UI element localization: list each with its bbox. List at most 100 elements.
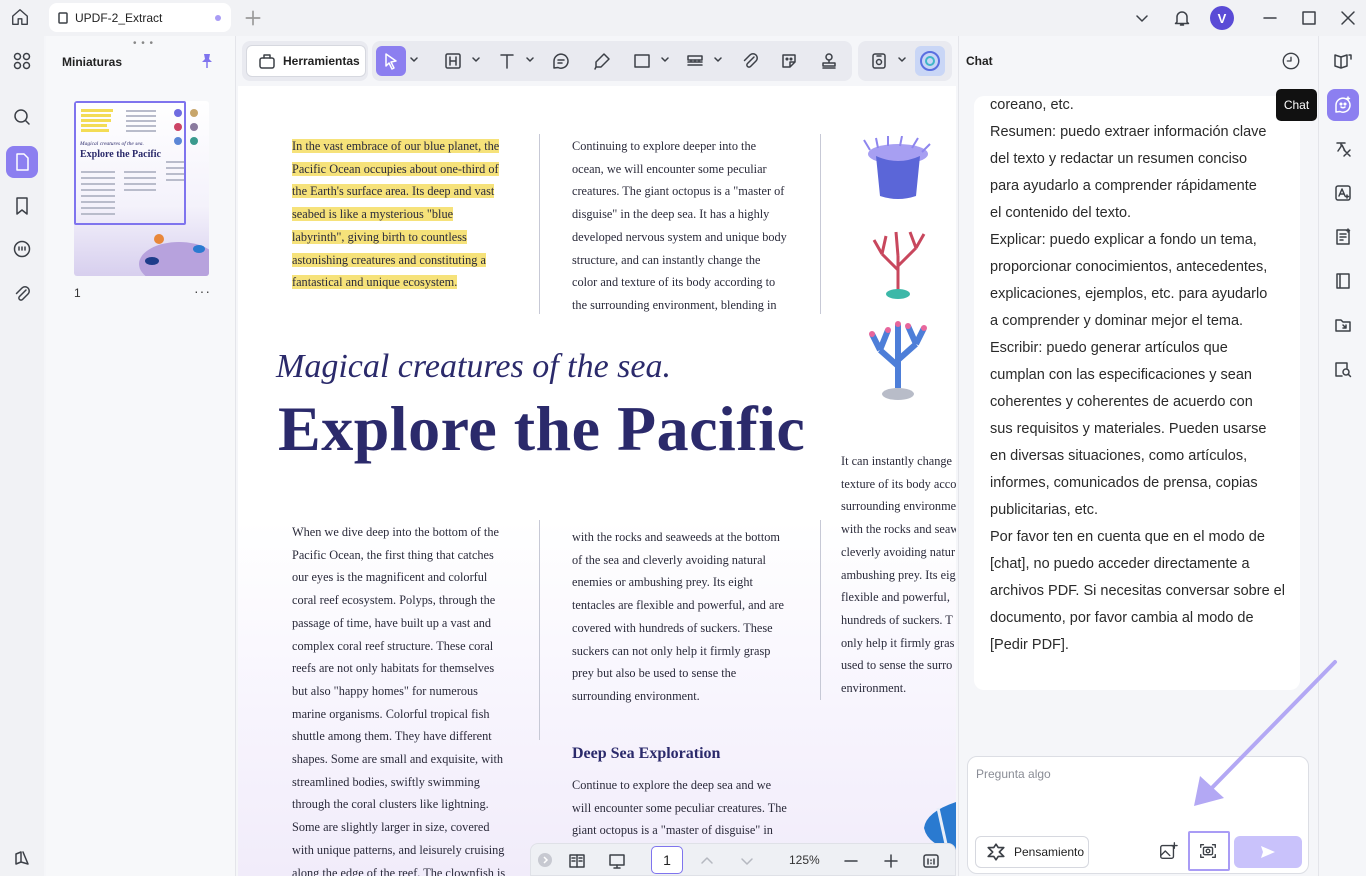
left-rail xyxy=(0,36,44,876)
signature-icon[interactable] xyxy=(814,46,844,76)
presentation-icon[interactable] xyxy=(607,851,627,871)
text-icon[interactable] xyxy=(492,46,522,76)
chevron-down-icon[interactable] xyxy=(1130,6,1154,30)
thinking-icon xyxy=(987,843,1005,861)
zoom-out-icon[interactable] xyxy=(841,851,861,871)
avatar[interactable]: V xyxy=(1210,6,1234,30)
previous-page-icon[interactable] xyxy=(697,851,717,871)
avatar-letter: V xyxy=(1210,6,1234,30)
page-thumbnail[interactable]: Magical creatures of the sea. Explore th… xyxy=(74,101,209,276)
ocr-icon[interactable] xyxy=(1327,177,1359,209)
ai-icon[interactable] xyxy=(915,46,945,76)
close-icon[interactable] xyxy=(1336,6,1360,30)
explore-pacific-title: Explore the Pacific xyxy=(278,393,806,464)
thumbnails-title: Miniaturas xyxy=(62,55,123,69)
drag-handle[interactable]: • • • xyxy=(133,38,154,49)
assistant-message-text: coreano, etc. Resumen: puedo extraer inf… xyxy=(990,97,1285,653)
add-image-icon[interactable] xyxy=(1158,841,1180,863)
home-icon[interactable] xyxy=(10,7,32,29)
thumbnails-panel: • • • Miniaturas Magical creatures of th… xyxy=(46,36,236,876)
maximize-icon[interactable] xyxy=(1297,6,1321,30)
bookmark-icon[interactable] xyxy=(6,190,38,222)
next-page-icon[interactable] xyxy=(737,851,757,871)
red-coral-image xyxy=(872,231,926,299)
bell-icon[interactable] xyxy=(1170,6,1194,30)
reader-icon[interactable] xyxy=(1327,45,1359,77)
search-document-icon[interactable] xyxy=(1327,353,1359,385)
layers-icon[interactable] xyxy=(6,842,38,874)
more-options-icon[interactable]: ··· xyxy=(194,283,211,299)
unsaved-dot xyxy=(215,15,221,21)
highlighter-icon[interactable] xyxy=(587,46,617,76)
tool-bar: Herramientas xyxy=(238,36,956,86)
send-icon xyxy=(1261,846,1275,858)
blue-coral-image xyxy=(869,321,927,400)
column-divider xyxy=(820,520,821,700)
chevron-down-icon[interactable] xyxy=(898,56,906,64)
chevron-down-icon[interactable] xyxy=(472,56,480,64)
toolbox-icon xyxy=(259,54,275,69)
assistant-message: coreano, etc. Resumen: puedo extraer inf… xyxy=(974,96,1300,690)
chat-panel: Chat coreano, etc. Resumen: puedo extrae… xyxy=(958,36,1316,876)
document-viewer[interactable]: In the vast embrace of our blue planet, … xyxy=(238,86,956,876)
comment-icon[interactable] xyxy=(546,46,576,76)
zoom-in-icon[interactable] xyxy=(881,851,901,871)
chat-input-placeholder[interactable]: Pregunta algo xyxy=(976,767,1051,781)
title-bar: UPDF-2_Extract V xyxy=(0,0,1366,36)
thinking-label: Pensamiento xyxy=(1014,845,1085,859)
chat-input-box[interactable]: Pregunta algo Pensamiento xyxy=(967,756,1309,874)
minimize-icon[interactable] xyxy=(1258,6,1282,30)
magical-creatures-title: Magical creatures of the sea. xyxy=(276,348,672,385)
select-icon[interactable] xyxy=(376,46,406,76)
section-title: Deep Sea Exploration xyxy=(572,745,721,762)
page-navigation-bar: 1 125% xyxy=(530,843,956,876)
pin-icon[interactable] xyxy=(198,52,216,70)
chevron-down-icon[interactable] xyxy=(714,56,722,64)
screenshot-icon[interactable] xyxy=(864,46,894,76)
sea-anemone-image xyxy=(863,136,931,199)
paperclip-icon[interactable] xyxy=(735,46,765,76)
chevron-down-icon[interactable] xyxy=(661,56,669,64)
text-box-icon[interactable] xyxy=(438,46,468,76)
thumbnail-selection xyxy=(74,101,186,225)
column-1-top: In the vast embrace of our blue planet, … xyxy=(292,139,500,290)
column-divider xyxy=(539,520,540,740)
tools-label: Herramientas xyxy=(283,54,360,68)
new-tab-icon[interactable] xyxy=(243,8,261,26)
translate-icon[interactable] xyxy=(1327,133,1359,165)
thinking-toggle-button[interactable]: Pensamiento xyxy=(975,836,1089,868)
screenshot-highlight-box xyxy=(1188,831,1230,871)
page-number-input[interactable]: 1 xyxy=(651,846,683,874)
tools-button[interactable]: Herramientas xyxy=(246,45,366,77)
thumbnails-icon[interactable] xyxy=(6,146,38,178)
column-2-bottom: with the rocks and seaweeds at the botto… xyxy=(572,530,785,703)
summarize-icon[interactable] xyxy=(1327,221,1359,253)
apps-icon[interactable] xyxy=(6,45,38,77)
column-2-top: Continuing to explore deeper into the oc… xyxy=(572,139,787,312)
actual-size-icon[interactable] xyxy=(921,851,941,871)
section-text: Continue to explore the deep sea and we … xyxy=(572,778,787,838)
export-icon[interactable] xyxy=(1327,309,1359,341)
rectangle-icon[interactable] xyxy=(627,46,657,76)
comments-icon[interactable] xyxy=(6,233,38,265)
chevron-down-icon[interactable] xyxy=(410,56,418,64)
collapse-icon[interactable] xyxy=(537,852,557,872)
chevron-down-icon[interactable] xyxy=(526,56,534,64)
column-1-bottom: When we dive deep into the bottom of the… xyxy=(292,525,506,876)
attachment-icon[interactable] xyxy=(6,278,38,310)
sticker-icon[interactable] xyxy=(774,46,804,76)
column-divider xyxy=(539,134,540,314)
book-icon[interactable] xyxy=(1327,265,1359,297)
document-tab-label: UPDF-2_Extract xyxy=(75,10,163,25)
search-icon[interactable] xyxy=(6,101,38,133)
send-button[interactable] xyxy=(1234,836,1302,868)
ai-chat-icon[interactable] xyxy=(1327,89,1359,121)
thumbnail-page-number: 1 xyxy=(74,286,81,300)
column-divider xyxy=(820,134,821,314)
zoom-level[interactable]: 125% xyxy=(789,853,820,867)
stamp-bar-icon[interactable] xyxy=(680,46,710,76)
right-rail xyxy=(1318,36,1366,876)
page-view-icon[interactable] xyxy=(567,851,587,871)
document-tab[interactable]: UPDF-2_Extract xyxy=(49,3,231,32)
history-icon[interactable] xyxy=(1281,51,1301,71)
